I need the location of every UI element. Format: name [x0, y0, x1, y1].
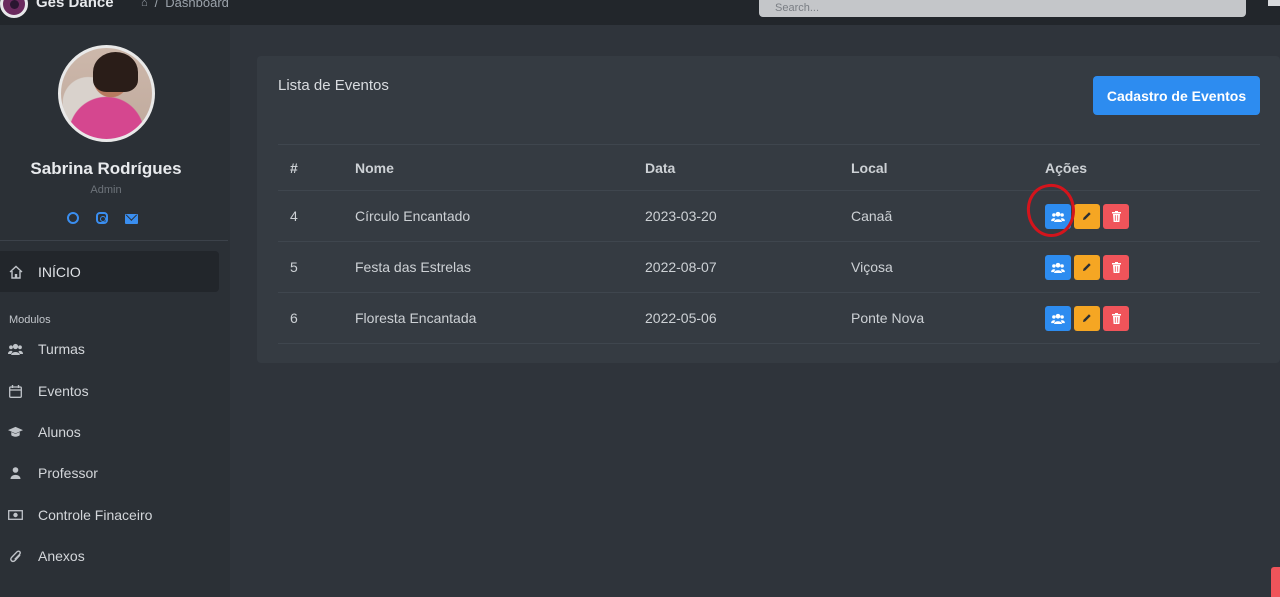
graduation-cap-icon [8, 425, 23, 440]
sidebar-divider [0, 240, 228, 241]
sidebar-item-anexos[interactable]: Anexos [0, 541, 219, 571]
table-row: 6 Floresta Encantada 2022-05-06 Ponte No… [278, 292, 1260, 344]
sidebar-item-controle-financeiro[interactable]: Controle Finaceiro [0, 500, 219, 530]
cell-local: Ponte Nova [839, 292, 1033, 344]
sidebar-item-label: Turmas [38, 341, 85, 357]
user-icon [8, 466, 23, 481]
cell-local: Canaã [839, 190, 1033, 242]
column-header-data: Data [633, 144, 839, 191]
cell-actions [1033, 292, 1260, 344]
sidebar-item-label: Controle Finaceiro [38, 507, 153, 523]
calendar-icon [8, 384, 23, 399]
events-card: Lista de Eventos Cadastro de Eventos # N… [257, 56, 1280, 363]
pencil-icon [1082, 211, 1092, 221]
whatsapp-icon[interactable] [67, 212, 79, 224]
paperclip-icon [8, 549, 23, 564]
cell-id: 5 [278, 241, 343, 293]
sidebar-item-professor[interactable]: Professor [0, 458, 219, 488]
breadcrumb-current: Dashboard [165, 0, 229, 10]
column-header-local: Local [839, 144, 1033, 191]
cell-id: 4 [278, 190, 343, 242]
social-links [67, 212, 138, 224]
cell-nome: Floresta Encantada [343, 292, 633, 344]
cell-data: 2022-08-07 [633, 241, 839, 293]
brand-logo[interactable] [0, 0, 28, 18]
sidebar-item-label: Eventos [38, 383, 89, 399]
edit-button[interactable] [1074, 254, 1100, 280]
users-icon [1051, 211, 1065, 222]
cell-data: 2023-03-20 [633, 190, 839, 242]
breadcrumb: ⌂ / Dashboard [141, 0, 229, 10]
profile-role: Admin [90, 184, 122, 196]
cell-nome: Festa das Estrelas [343, 241, 633, 293]
sidebar-item-inicio[interactable]: INÍCIO [0, 251, 219, 292]
participants-button[interactable] [1045, 203, 1071, 229]
instagram-icon[interactable] [96, 212, 108, 224]
app-name[interactable]: Ges Dance [36, 0, 114, 11]
pencil-icon [1082, 313, 1092, 323]
sidebar-item-label: Anexos [38, 548, 85, 564]
profile-name: Sabrina Rodrígues [30, 159, 182, 178]
cell-nome: Círculo Encantado [343, 190, 633, 242]
cell-actions [1033, 190, 1260, 242]
sidebar-item-alunos[interactable]: Alunos [0, 417, 219, 447]
users-icon [8, 342, 23, 357]
sidebar-item-eventos[interactable]: Eventos [0, 376, 219, 406]
sidebar-item-turmas[interactable]: Turmas [0, 334, 219, 364]
column-header-nome: Nome [343, 144, 633, 191]
table-row: 5 Festa das Estrelas 2022-08-07 Viçosa [278, 241, 1260, 293]
cell-id: 6 [278, 292, 343, 344]
cell-actions [1033, 241, 1260, 293]
trash-icon [1111, 261, 1121, 273]
cell-local: Viçosa [839, 241, 1033, 293]
participants-button[interactable] [1045, 305, 1071, 331]
sidebar: Sabrina Rodrígues Admin INÍCIO Modulos T… [0, 25, 230, 597]
sidebar-item-label: Alunos [38, 424, 81, 440]
home-icon[interactable]: ⌂ [141, 0, 148, 9]
table-row: 4 Círculo Encantado 2023-03-20 Canaã [278, 190, 1260, 242]
top-bar: Ges Dance ⌂ / Dashboard [0, 0, 1280, 25]
pencil-icon [1082, 262, 1092, 272]
users-icon [1051, 262, 1065, 273]
participants-button[interactable] [1045, 254, 1071, 280]
delete-button[interactable] [1103, 254, 1129, 280]
floating-tab[interactable] [1271, 567, 1280, 597]
money-icon [8, 508, 23, 523]
trash-icon [1111, 210, 1121, 222]
trash-icon [1111, 312, 1121, 324]
home-icon [8, 264, 23, 279]
column-header-id: # [278, 144, 343, 191]
delete-button[interactable] [1103, 203, 1129, 229]
card-title: Lista de Eventos [278, 77, 389, 94]
edit-button[interactable] [1074, 203, 1100, 229]
edit-button[interactable] [1074, 305, 1100, 331]
search-input[interactable] [759, 0, 1246, 17]
events-table: # Nome Data Local Ações 4 Círculo Encant… [278, 144, 1260, 344]
sidebar-item-label: INÍCIO [38, 263, 81, 280]
cell-data: 2022-05-06 [633, 292, 839, 344]
users-icon [1051, 313, 1065, 324]
sidebar-item-label: Professor [38, 465, 98, 481]
table-header-row: # Nome Data Local Ações [278, 144, 1260, 191]
breadcrumb-separator: / [154, 0, 159, 10]
add-event-button[interactable]: Cadastro de Eventos [1093, 76, 1260, 115]
user-menu-icon[interactable] [1268, 0, 1280, 6]
column-header-acoes: Ações [1033, 144, 1260, 191]
delete-button[interactable] [1103, 305, 1129, 331]
sidebar-section-label: Modulos [9, 314, 51, 326]
avatar [58, 45, 155, 142]
envelope-icon[interactable] [125, 214, 138, 224]
